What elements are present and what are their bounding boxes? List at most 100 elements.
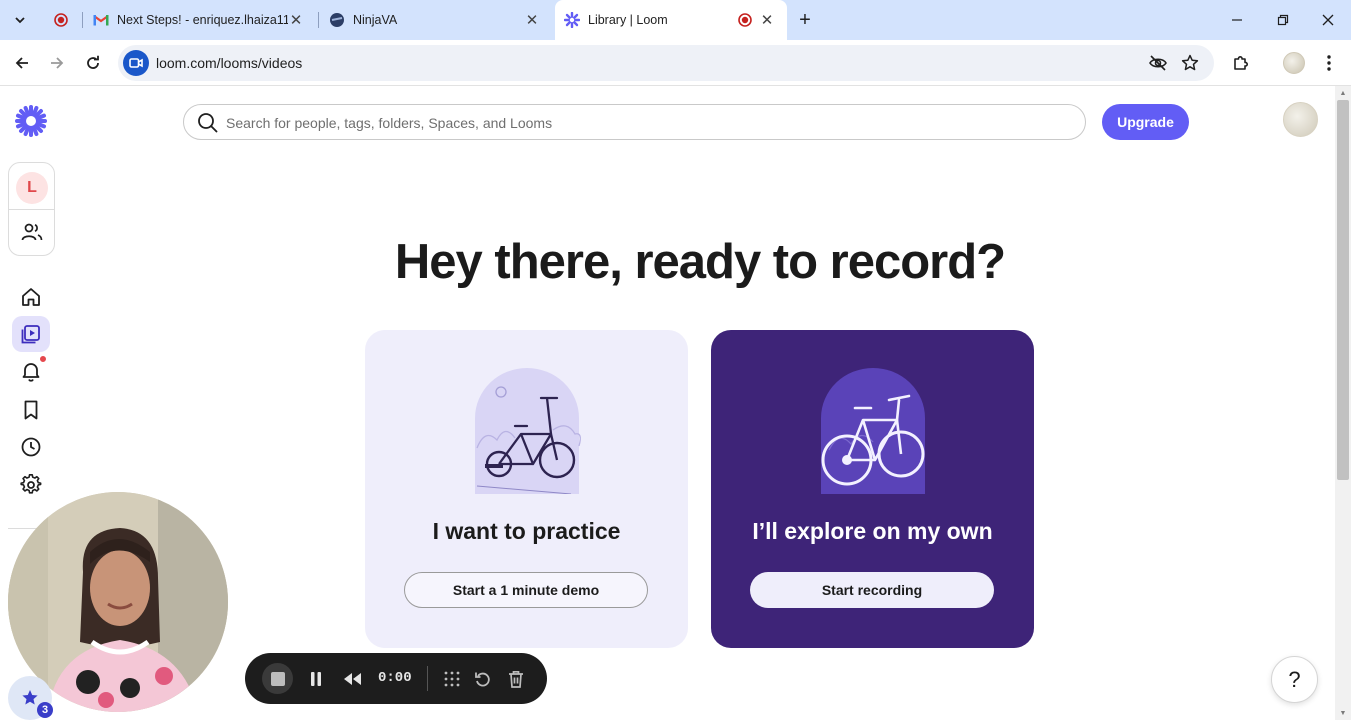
reload-icon xyxy=(87,55,99,69)
explore-card-title: I’ll explore on my own xyxy=(752,518,993,544)
sidebar-item-home[interactable] xyxy=(12,279,50,315)
bell-icon xyxy=(22,363,40,382)
puzzle-icon xyxy=(1234,56,1248,70)
chevron-down-icon xyxy=(15,17,25,24)
loom-logo-icon xyxy=(15,105,47,137)
workspace-avatar[interactable]: L xyxy=(16,172,48,204)
trash-icon xyxy=(509,670,523,688)
profile-button[interactable] xyxy=(1280,49,1308,77)
site-info-icon[interactable] xyxy=(123,50,149,76)
bookmark-icon xyxy=(24,400,38,420)
stop-icon xyxy=(270,671,285,686)
divider xyxy=(9,209,54,210)
restart-icon xyxy=(475,672,490,687)
scrollbar-thumb[interactable] xyxy=(1337,100,1349,480)
arrow-left-icon xyxy=(15,57,28,69)
sidebar-item-history[interactable] xyxy=(12,429,50,465)
tab-recording[interactable] xyxy=(44,0,78,40)
close-window-button[interactable] xyxy=(1305,0,1351,40)
start-demo-button[interactable]: Start a 1 minute demo xyxy=(404,572,648,608)
pause-icon xyxy=(311,672,321,686)
tab-strip: Next Steps! - enriquez.lhaiza11 ✕ NinjaV… xyxy=(0,0,1351,40)
stop-recording-button[interactable] xyxy=(262,663,293,694)
recording-icon xyxy=(737,12,753,28)
gmail-icon xyxy=(93,12,109,28)
browser-menu-button[interactable] xyxy=(1315,49,1343,77)
loom-logo[interactable] xyxy=(12,102,50,140)
divider xyxy=(427,666,428,691)
pause-button[interactable] xyxy=(303,666,329,692)
recording-icon xyxy=(54,13,68,27)
gear-icon xyxy=(20,474,42,494)
scroll-down-arrow[interactable]: ▼ xyxy=(1337,708,1349,718)
star-icon xyxy=(22,690,38,705)
avatar xyxy=(1283,52,1305,74)
scroll-up-arrow[interactable]: ▲ xyxy=(1337,88,1349,98)
more-vertical-icon xyxy=(1327,55,1331,71)
workspace-switcher: L xyxy=(8,162,55,256)
minimize-icon xyxy=(1232,19,1242,21)
tab-separator xyxy=(82,12,83,28)
loom-icon xyxy=(564,12,580,28)
eye-off-icon[interactable] xyxy=(1148,53,1168,73)
recording-controls: 0:00 xyxy=(245,653,547,704)
extensions-button[interactable] xyxy=(1227,49,1255,77)
minimize-button[interactable] xyxy=(1214,0,1260,40)
tab-separator xyxy=(318,12,319,28)
address-bar[interactable]: loom.com/looms/videos xyxy=(118,45,1214,81)
explore-card[interactable]: I’ll explore on my own Start recording xyxy=(711,330,1034,648)
drawing-tools-button[interactable] xyxy=(439,666,465,692)
upgrade-button[interactable]: Upgrade xyxy=(1102,104,1189,140)
search-box[interactable]: Search for people, tags, folders, Spaces… xyxy=(183,104,1086,140)
back-button[interactable] xyxy=(8,49,36,77)
tab-ninjava[interactable]: NinjaVA ✕ xyxy=(320,0,552,40)
arrow-right-icon xyxy=(51,57,64,69)
ninjava-icon xyxy=(329,12,345,28)
tab-search-button[interactable] xyxy=(8,8,32,32)
search-input[interactable]: Search for people, tags, folders, Spaces… xyxy=(226,115,552,131)
tab-title: Library | Loom xyxy=(588,13,668,27)
browser-toolbar: loom.com/looms/videos xyxy=(0,40,1351,86)
restore-icon xyxy=(1277,14,1289,26)
new-tab-button[interactable]: + xyxy=(793,8,817,32)
close-icon[interactable]: ✕ xyxy=(288,12,304,29)
recording-timer: 0:00 xyxy=(378,670,412,686)
start-recording-button[interactable]: Start recording xyxy=(750,572,994,608)
practice-card[interactable]: I want to practice Start a 1 minute demo xyxy=(365,330,688,648)
user-avatar[interactable] xyxy=(1283,102,1318,137)
home-icon xyxy=(22,288,40,306)
sidebar-item-notifications[interactable] xyxy=(12,353,50,389)
tab-gmail[interactable]: Next Steps! - enriquez.lhaiza11 ✕ xyxy=(84,0,316,40)
sidebar-item-watch-later[interactable] xyxy=(12,392,50,428)
dots-grid-icon xyxy=(444,671,460,687)
tab-title: NinjaVA xyxy=(353,13,398,27)
help-button[interactable]: ? xyxy=(1271,656,1318,703)
close-icon[interactable]: ✕ xyxy=(524,12,540,29)
tab-title: Next Steps! - enriquez.lhaiza11 xyxy=(117,13,288,27)
url-text: loom.com/looms/videos xyxy=(156,55,303,71)
delete-recording-button[interactable] xyxy=(503,666,529,692)
loom-app: L Search for people, tags, folders, Spac… xyxy=(0,86,1351,720)
bicycle-illustration xyxy=(817,368,929,494)
forward-button[interactable] xyxy=(43,49,71,77)
rewind-icon xyxy=(344,673,361,685)
search-icon xyxy=(197,112,218,133)
close-icon[interactable]: ✕ xyxy=(759,12,775,29)
notification-count-badge: 3 xyxy=(37,702,53,718)
close-icon xyxy=(1322,14,1334,26)
sidebar-item-settings[interactable] xyxy=(12,467,50,503)
video-library-icon xyxy=(21,325,40,344)
restart-button[interactable] xyxy=(470,666,496,692)
sidebar-item-library[interactable] xyxy=(12,316,50,352)
restore-button[interactable] xyxy=(1260,0,1306,40)
page-title: Hey there, ready to record? xyxy=(394,235,1006,289)
reload-button[interactable] xyxy=(79,49,107,77)
tab-loom-library[interactable]: Library | Loom ✕ xyxy=(555,0,787,40)
bookmark-star-icon[interactable] xyxy=(1180,53,1200,73)
rewind-button[interactable] xyxy=(339,666,365,692)
notification-dot xyxy=(39,355,47,363)
members-icon[interactable] xyxy=(21,221,43,243)
clock-icon xyxy=(21,437,41,457)
bicycle-illustration xyxy=(471,368,583,494)
practice-card-title: I want to practice xyxy=(432,518,621,544)
